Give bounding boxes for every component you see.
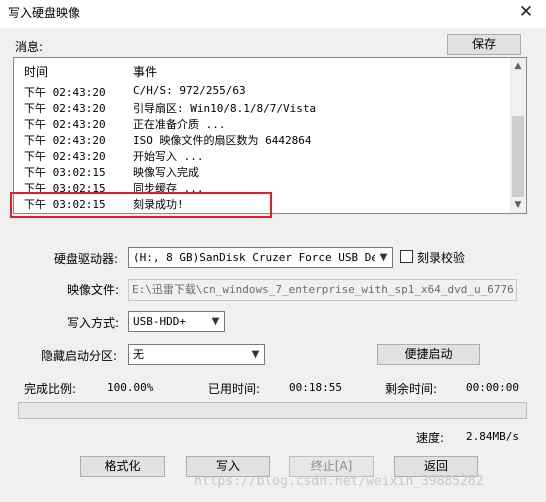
messages-label: 消息: <box>15 40 44 54</box>
write-mode-value: USB-HDD+ <box>133 315 186 328</box>
drive-select[interactable]: (H:, 8 GB)SanDisk Cruzer Force USB Dev ▼ <box>128 247 393 268</box>
verify-label: 刻录校验 <box>417 251 466 265</box>
hidden-partition-select[interactable]: 无 ▼ <box>128 344 265 365</box>
log-event: 开始写入 ... <box>133 150 204 163</box>
speed-value: 2.84MB/s <box>466 430 519 443</box>
column-header-time[interactable]: 时间 <box>24 63 48 80</box>
log-row[interactable]: 下午 02:43:20 引导扇区: Win10/8.1/8/7/Vista <box>14 99 512 115</box>
chevron-down-icon[interactable]: ▼ <box>375 248 392 267</box>
log-time: 下午 02:43:20 <box>24 118 106 131</box>
image-file-field[interactable]: E:\迅雷下载\cn_windows_7_enterprise_with_sp1… <box>128 279 517 301</box>
log-event: 正在准备介质 ... <box>133 118 226 131</box>
elapsed-label: 已用时间: <box>208 382 261 396</box>
scrollbar-thumb[interactable] <box>512 116 524 197</box>
log-row[interactable]: 下午 02:43:20 开始写入 ... <box>14 147 512 163</box>
remaining-label: 剩余时间: <box>385 382 438 396</box>
log-row[interactable]: 下午 02:43:20 ISO 映像文件的扇区数为 6442864 <box>14 131 512 147</box>
log-row[interactable]: 下午 02:43:20 C/H/S: 972/255/63 <box>14 83 512 99</box>
message-log[interactable]: 时间 事件 下午 02:43:20 C/H/S: 972/255/63 下午 0… <box>13 57 527 214</box>
success-highlight-box <box>10 192 272 218</box>
quick-start-button[interactable]: 便捷启动 <box>377 344 480 365</box>
image-file-path: E:\迅雷下载\cn_windows_7_enterprise_with_sp1… <box>132 283 514 296</box>
title-bar[interactable]: 写入硬盘映像 ✕ <box>0 0 546 28</box>
hidden-partition-value: 无 <box>133 348 144 361</box>
log-event: 映像写入完成 <box>133 166 199 179</box>
log-event: 引导扇区: Win10/8.1/8/7/Vista <box>133 102 317 115</box>
log-event: C/H/S: 972/255/63 <box>133 84 246 97</box>
drive-select-value: (H:, 8 GB)SanDisk Cruzer Force USB Dev <box>133 251 385 264</box>
log-scrollbar[interactable]: ▲ ▼ <box>510 58 526 213</box>
speed-label: 速度: <box>416 431 445 445</box>
format-button[interactable]: 格式化 <box>80 456 165 477</box>
log-header: 时间 事件 <box>14 58 512 82</box>
log-time: 下午 02:43:20 <box>24 134 106 147</box>
remaining-value: 00:00:00 <box>466 381 519 394</box>
save-button[interactable]: 保存 <box>447 34 521 55</box>
drive-label: 硬盘驱动器: <box>54 252 119 266</box>
log-row[interactable]: 下午 02:43:20 正在准备介质 ... <box>14 115 512 131</box>
verify-checkbox[interactable] <box>400 250 413 263</box>
ratio-label: 完成比例: <box>24 382 77 396</box>
progress-fill <box>19 403 526 418</box>
image-file-label: 映像文件: <box>67 283 120 297</box>
chevron-down-icon[interactable]: ▼ <box>247 345 264 364</box>
window-title: 写入硬盘映像 <box>8 6 81 20</box>
scroll-down-icon[interactable]: ▼ <box>510 197 526 213</box>
column-header-event[interactable]: 事件 <box>133 63 157 80</box>
log-event: ISO 映像文件的扇区数为 6442864 <box>133 134 312 147</box>
log-time: 下午 02:43:20 <box>24 86 106 99</box>
log-row[interactable]: 下午 03:02:15 映像写入完成 <box>14 163 512 179</box>
log-time: 下午 03:02:15 <box>24 166 106 179</box>
ratio-value: 100.00% <box>107 381 154 394</box>
write-mode-label: 写入方式: <box>67 316 120 330</box>
log-time: 下午 02:43:20 <box>24 150 106 163</box>
hidden-partition-label: 隐藏启动分区: <box>41 349 118 363</box>
close-icon[interactable]: ✕ <box>516 1 536 23</box>
scroll-up-icon[interactable]: ▲ <box>510 58 526 74</box>
elapsed-value: 00:18:55 <box>289 381 342 394</box>
progress-bar <box>18 402 527 419</box>
log-time: 下午 02:43:20 <box>24 102 106 115</box>
write-mode-select[interactable]: USB-HDD+ ▼ <box>128 311 225 332</box>
chevron-down-icon[interactable]: ▼ <box>207 312 224 331</box>
watermark: https://blog.csdn.net/weixin_39885282 <box>194 474 484 489</box>
